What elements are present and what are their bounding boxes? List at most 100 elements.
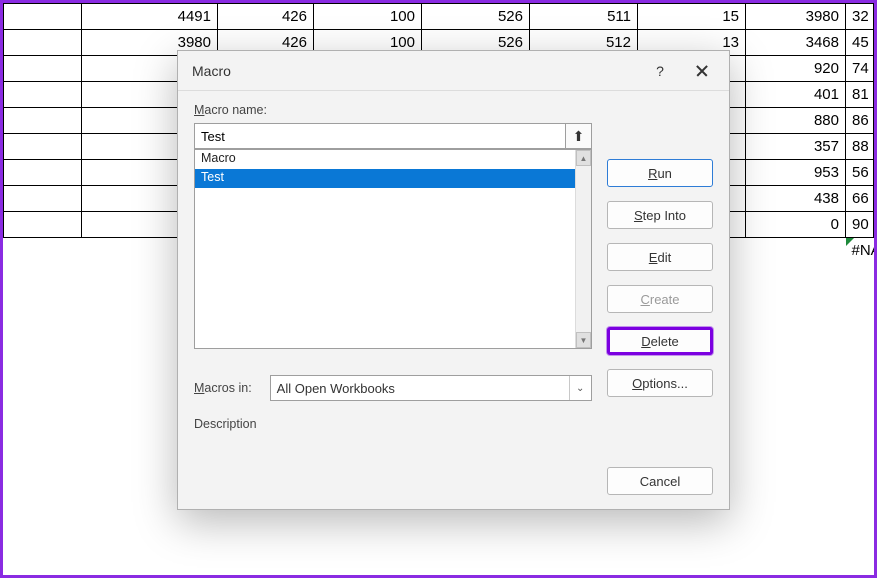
cell[interactable] — [638, 550, 746, 576]
cell[interactable] — [4, 316, 82, 342]
cell[interactable] — [4, 212, 82, 238]
cell[interactable] — [846, 524, 874, 550]
cell[interactable] — [422, 524, 530, 550]
cell[interactable] — [4, 368, 82, 394]
cell[interactable] — [746, 290, 846, 316]
cell[interactable] — [4, 108, 82, 134]
cell[interactable]: 81 — [846, 82, 874, 108]
cell[interactable] — [4, 238, 82, 264]
cell[interactable] — [4, 524, 82, 550]
cell[interactable] — [746, 446, 846, 472]
cell[interactable] — [4, 472, 82, 498]
cell[interactable] — [4, 56, 82, 82]
cell[interactable]: 90 — [846, 212, 874, 238]
macro-list-item[interactable]: Test — [195, 169, 591, 188]
cell[interactable] — [746, 420, 846, 446]
cell[interactable]: 920 — [746, 56, 846, 82]
cell[interactable] — [638, 524, 746, 550]
scroll-down-icon[interactable]: ▼ — [576, 332, 591, 348]
close-button[interactable] — [681, 55, 723, 87]
cell[interactable] — [846, 264, 874, 290]
cell[interactable] — [4, 394, 82, 420]
cell[interactable]: 3980 — [746, 4, 846, 30]
cell[interactable]: 526 — [422, 4, 530, 30]
cell[interactable] — [4, 264, 82, 290]
macro-list-item[interactable]: Macro — [195, 150, 591, 169]
cell[interactable]: 3468 — [746, 30, 846, 56]
cell[interactable]: 438 — [746, 186, 846, 212]
edit-button[interactable]: Edit — [607, 243, 713, 271]
cell[interactable] — [4, 290, 82, 316]
cell[interactable] — [746, 368, 846, 394]
cell[interactable]: 401 — [746, 82, 846, 108]
cell[interactable] — [746, 498, 846, 524]
cell[interactable]: 32 — [846, 4, 874, 30]
cell[interactable]: 357 — [746, 134, 846, 160]
macro-name-input[interactable] — [194, 123, 566, 149]
cell[interactable] — [530, 524, 638, 550]
cell[interactable]: 426 — [218, 4, 314, 30]
cell[interactable] — [846, 550, 874, 576]
cell[interactable] — [846, 498, 874, 524]
cell[interactable] — [846, 290, 874, 316]
cell[interactable] — [4, 160, 82, 186]
macro-listbox[interactable]: MacroTest ▲ ▼ — [194, 149, 592, 349]
cell[interactable] — [746, 264, 846, 290]
cell[interactable] — [4, 134, 82, 160]
cell[interactable] — [314, 550, 422, 576]
cell[interactable] — [4, 342, 82, 368]
cell[interactable] — [4, 82, 82, 108]
cell[interactable]: 4491 — [82, 4, 218, 30]
cell[interactable] — [846, 394, 874, 420]
cell[interactable]: 74 — [846, 56, 874, 82]
cell[interactable] — [4, 446, 82, 472]
cell[interactable] — [4, 550, 82, 576]
cell[interactable] — [530, 550, 638, 576]
cell[interactable]: 66 — [846, 186, 874, 212]
cell[interactable] — [4, 420, 82, 446]
scrollbar[interactable]: ▲ ▼ — [575, 150, 591, 348]
cell[interactable] — [82, 550, 218, 576]
cell[interactable]: 0 — [746, 212, 846, 238]
scroll-up-icon[interactable]: ▲ — [576, 150, 591, 166]
cell[interactable] — [846, 368, 874, 394]
cell[interactable] — [4, 186, 82, 212]
cell[interactable] — [4, 498, 82, 524]
cell[interactable]: 100 — [314, 4, 422, 30]
cell[interactable] — [846, 472, 874, 498]
dialog-titlebar[interactable]: Macro ? — [178, 51, 729, 91]
cell[interactable] — [82, 524, 218, 550]
cell[interactable] — [746, 342, 846, 368]
cell[interactable] — [746, 394, 846, 420]
cell[interactable] — [218, 550, 314, 576]
cell[interactable]: #NAME? — [846, 238, 874, 264]
run-button[interactable]: Run — [607, 159, 713, 187]
cell[interactable] — [422, 550, 530, 576]
cell[interactable] — [314, 524, 422, 550]
cell[interactable]: 511 — [530, 4, 638, 30]
macros-in-select[interactable]: All Open Workbooks ⌄ — [270, 375, 592, 401]
cell[interactable] — [846, 316, 874, 342]
cell[interactable] — [746, 238, 846, 264]
cell[interactable] — [4, 4, 82, 30]
cell[interactable] — [4, 30, 82, 56]
cell[interactable] — [846, 420, 874, 446]
cell[interactable] — [746, 316, 846, 342]
help-button[interactable]: ? — [639, 55, 681, 87]
cell[interactable] — [218, 524, 314, 550]
cell[interactable]: 953 — [746, 160, 846, 186]
cancel-button[interactable]: Cancel — [607, 467, 713, 495]
cell[interactable] — [846, 342, 874, 368]
cell[interactable]: 45 — [846, 30, 874, 56]
cell[interactable] — [746, 550, 846, 576]
up-arrow-button[interactable]: ⬆ — [566, 123, 592, 149]
cell[interactable]: 88 — [846, 134, 874, 160]
options-button[interactable]: Options... — [607, 369, 713, 397]
cell[interactable] — [846, 446, 874, 472]
cell[interactable]: 880 — [746, 108, 846, 134]
cell[interactable]: 15 — [638, 4, 746, 30]
cell[interactable]: 56 — [846, 160, 874, 186]
delete-button[interactable]: Delete — [607, 327, 713, 355]
cell[interactable]: 86 — [846, 108, 874, 134]
step-into-button[interactable]: Step Into — [607, 201, 713, 229]
